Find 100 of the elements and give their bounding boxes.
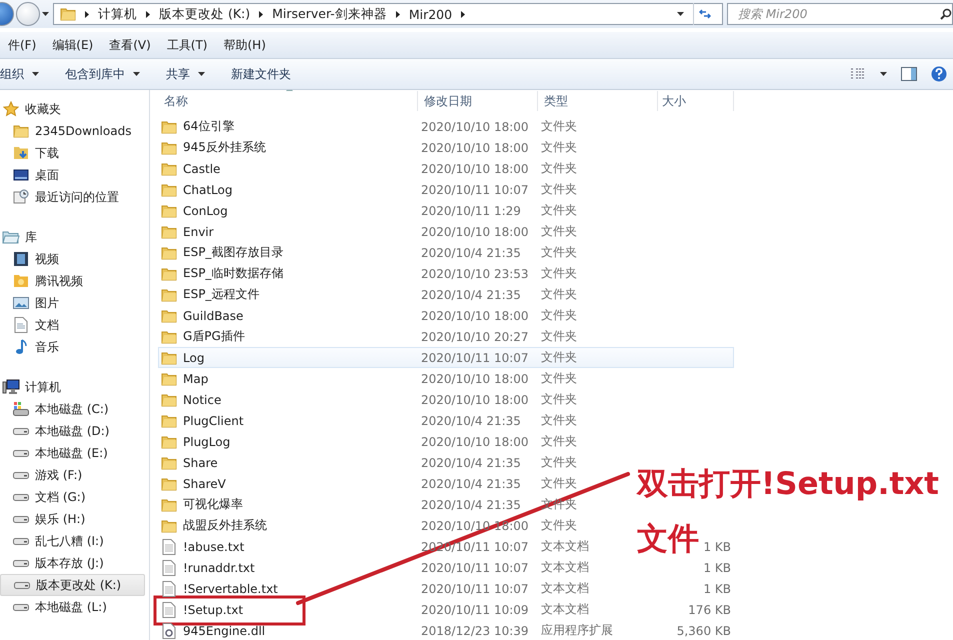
- menu-item[interactable]: 工具(T): [158, 36, 216, 54]
- view-options-icon[interactable]: [850, 68, 866, 80]
- sidebar-item[interactable]: 2345Downloads: [0, 120, 145, 142]
- folder-icon: [161, 434, 177, 448]
- file-name[interactable]: !Setup.txt: [183, 602, 244, 616]
- file-name[interactable]: 64位引擎: [183, 118, 234, 135]
- sidebar-item[interactable]: 本地磁盘 (E:): [0, 442, 145, 464]
- sidebar-item[interactable]: 乱七八糟 (I:): [0, 530, 145, 552]
- file-name[interactable]: 战盟反外挂系统: [183, 517, 267, 534]
- sidebar-item[interactable]: 娱乐 (H:): [0, 508, 145, 530]
- file-name[interactable]: ConLog: [183, 204, 228, 218]
- file-name[interactable]: ChatLog: [183, 182, 232, 196]
- sidebar-item[interactable]: 本地磁盘 (L:): [0, 596, 145, 618]
- sidebar-item[interactable]: 桌面: [0, 164, 145, 186]
- toolbar-button[interactable]: 新建文件夹: [231, 66, 291, 82]
- refresh-icon[interactable]: [699, 9, 711, 19]
- column-header[interactable]: 修改日期: [418, 91, 538, 111]
- file-name[interactable]: !abuse.txt: [183, 540, 244, 554]
- file-name[interactable]: 945反外挂系统: [183, 139, 266, 156]
- sidebar-item[interactable]: 版本存放 (J:): [0, 552, 145, 574]
- sidebar-item[interactable]: 下载: [0, 142, 145, 164]
- library-icon: [2, 230, 20, 244]
- selected-row[interactable]: Log 2020/10/11 10:07 文件夹: [158, 347, 734, 368]
- chevron-right-icon: [85, 10, 89, 18]
- file-type: 文本文档: [540, 601, 590, 618]
- folder-icon: [161, 182, 177, 196]
- sidebar-item[interactable]: 本地磁盘 (D:): [0, 420, 145, 442]
- file-name[interactable]: PlugLog: [183, 434, 230, 448]
- menu-item[interactable]: 帮助(H): [216, 36, 274, 54]
- file-size: 1 KB: [702, 560, 732, 574]
- file-type: 文件夹: [540, 181, 578, 198]
- sidebar-item[interactable]: 视频: [0, 248, 145, 270]
- file-name[interactable]: ESP_远程文件: [183, 286, 260, 303]
- file-name[interactable]: Castle: [183, 162, 220, 176]
- chevron-right-icon: [146, 10, 150, 18]
- toolbar-button[interactable]: 组织: [0, 66, 39, 82]
- file-name[interactable]: G盾PG插件: [183, 328, 245, 345]
- modified-date: 2020/10/4 21:35: [420, 288, 522, 302]
- toolbar-button[interactable]: 共享: [166, 66, 205, 82]
- search-icon[interactable]: [940, 8, 952, 20]
- folder-icon: [161, 288, 177, 302]
- file-type: 应用程序扩展: [540, 622, 614, 639]
- help-icon[interactable]: [931, 66, 947, 82]
- folder-icon: [13, 124, 29, 138]
- file-name[interactable]: 可视化爆率: [183, 496, 243, 513]
- menu-item[interactable]: 编辑(E): [44, 36, 102, 54]
- menu-item[interactable]: 件(F): [0, 36, 44, 54]
- sidebar-section[interactable]: 库: [0, 226, 149, 248]
- file-type: 文件夹: [540, 265, 578, 282]
- modified-date: 2020/10/4 21:35: [420, 246, 522, 260]
- sidebar-item[interactable]: 音乐: [0, 336, 145, 358]
- file-type: 文件夹: [540, 307, 578, 324]
- file-name[interactable]: 945Engine.dll: [183, 624, 266, 638]
- file-name[interactable]: ShareV: [183, 476, 226, 490]
- toolbar-button[interactable]: 包含到库中: [65, 66, 140, 82]
- breadcrumb[interactable]: Mir200: [408, 6, 452, 22]
- file-name[interactable]: PlugClient: [183, 414, 244, 428]
- search-field[interactable]: 搜索 Mir200: [727, 3, 953, 25]
- file-name[interactable]: !Servertable.txt: [183, 582, 278, 596]
- search-input[interactable]: 搜索 Mir200: [736, 6, 940, 22]
- sidebar-item[interactable]: 腾讯视频: [0, 270, 145, 292]
- sidebar-item[interactable]: 文档: [0, 314, 145, 336]
- file-name[interactable]: !runaddr.txt: [183, 560, 255, 574]
- file-type: 文件夹: [540, 139, 578, 156]
- annotation-text: 文件: [637, 521, 699, 557]
- modified-date: 2020/10/11 10:07: [420, 582, 530, 596]
- address-bar[interactable]: 计算机 版本更改处 (K:) Mirserver-剑来神器 Mir200: [53, 3, 723, 25]
- file-name[interactable]: Notice: [183, 392, 222, 406]
- sidebar-section[interactable]: 计算机: [0, 376, 149, 398]
- breadcrumb[interactable]: 版本更改处 (K:): [159, 6, 250, 22]
- file-type: 文件夹: [540, 244, 578, 261]
- sidebar-item[interactable]: 本地磁盘 (C:): [0, 398, 145, 420]
- forward-button[interactable]: [16, 2, 40, 26]
- column-header[interactable]: 类型: [538, 91, 658, 111]
- sidebar-item[interactable]: 文档 (G:): [0, 486, 145, 508]
- file-type: 文件夹: [540, 349, 578, 366]
- sidebar-item[interactable]: 最近访问的位置: [0, 186, 145, 208]
- sidebar-section[interactable]: 收藏夹: [0, 98, 149, 120]
- caret-icon: [42, 12, 49, 16]
- sidebar-item[interactable]: 版本更改处 (K:): [0, 574, 145, 596]
- file-name[interactable]: ESP_临时数据存储: [183, 265, 284, 282]
- column-header[interactable]: 大小: [658, 91, 734, 111]
- text-file-icon: [162, 602, 176, 618]
- sidebar-item[interactable]: 图片: [0, 292, 145, 314]
- file-name[interactable]: ESP_截图存放目录: [183, 244, 284, 261]
- preview-pane-icon[interactable]: [901, 67, 917, 81]
- file-name[interactable]: GuildBase: [183, 308, 244, 322]
- folder-icon: [161, 308, 177, 322]
- modified-date: 2020/10/10 18:00: [420, 372, 530, 386]
- modified-date: 2020/10/11 10:07: [420, 350, 530, 364]
- file-name[interactable]: Envir: [183, 224, 214, 238]
- file-name[interactable]: Share: [183, 456, 218, 470]
- menu-item[interactable]: 查看(V): [101, 36, 159, 54]
- folder-icon: [161, 204, 177, 218]
- file-name[interactable]: Log: [183, 350, 204, 364]
- sidebar-item[interactable]: 游戏 (F:): [0, 464, 145, 486]
- modified-date: 2020/10/4 21:35: [420, 414, 522, 428]
- file-name[interactable]: Map: [183, 372, 208, 386]
- breadcrumb[interactable]: 计算机: [98, 6, 137, 22]
- breadcrumb[interactable]: Mirserver-剑来神器: [272, 6, 387, 22]
